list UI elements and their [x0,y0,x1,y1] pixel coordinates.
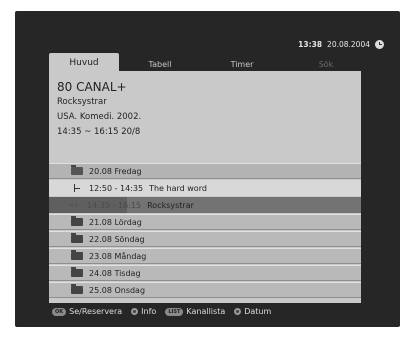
guide-panel: 80 CANAL+ Rocksystrar USA. Komedi. 2002.… [49,71,361,303]
hint-ok[interactable]: OK Se/Reservera [52,307,122,316]
day-label: 25.08 Onsdag [89,285,146,295]
hint-info[interactable]: Info [131,307,156,316]
tv-screen: 13:38 20.08.2004 Huvud Tabell Timer Sök … [15,11,400,327]
ok-button-icon: OK [52,307,67,316]
tab-huvud[interactable]: Huvud [49,53,119,71]
clock-time: 13:38 [298,40,323,49]
info-button-icon [131,308,139,315]
hint-datum[interactable]: Datum [234,307,271,316]
hint-label: Kanallista [186,307,226,316]
folder-open-icon [71,165,83,175]
hint-label: Se/Reservera [69,307,123,316]
hint-label: Datum [244,307,272,316]
program-time: 12:50 - 14:35 [89,183,144,193]
program-title: Rocksystrar [57,97,107,107]
folder-icon [71,267,83,277]
day-label: 20.08 Fredag [89,166,142,176]
clock-date: 20.08.2004 [327,40,370,49]
day-row[interactable]: 23.08 Måndag [49,248,361,264]
hint-bar: OK Se/Reservera Info LIST Kanallista Dat… [52,307,280,316]
clock: 13:38 20.08.2004 [298,40,384,49]
now-playing-icon [69,201,79,209]
day-label: 22.08 Söndag [89,234,145,244]
day-label: 23.08 Måndag [89,251,147,261]
hint-list[interactable]: LIST Kanallista [165,307,225,316]
folder-icon [71,250,83,260]
program-time: 14:35 - 16:15 [87,200,142,210]
clock-icon [375,40,384,49]
program-row[interactable]: 12:50 - 14:35 The hard word [49,180,361,196]
yellow-button-icon [234,308,242,315]
folder-icon [71,216,83,226]
program-row-title: The hard word [149,183,207,193]
program-info: 80 CANAL+ Rocksystrar USA. Komedi. 2002.… [57,79,141,140]
tree-branch-icon [73,184,81,192]
day-row[interactable]: 24.08 Tisdag [49,265,361,281]
program-list: 20.08 Fredag 12:50 - 14:35 The hard word… [49,163,361,299]
program-details: USA. Komedi. 2002. [57,112,142,122]
folder-icon [71,284,83,294]
program-time-range: 14:35 ~ 16:15 20/8 [57,127,141,137]
channel-name: 80 CANAL+ [57,80,127,94]
list-button-icon: LIST [165,307,184,316]
program-row-title: Rocksystrar [147,200,194,210]
day-row[interactable]: 25.08 Onsdag [49,282,361,298]
folder-icon [71,233,83,243]
day-label: 24.08 Tisdag [89,268,141,278]
day-row[interactable]: 21.08 Lördag [49,214,361,230]
tab-bar: Huvud Tabell Timer Sök [15,53,400,74]
hint-label: Info [141,307,157,316]
day-label: 21.08 Lördag [89,217,142,227]
day-row[interactable]: 20.08 Fredag [49,163,361,179]
day-row[interactable]: 22.08 Söndag [49,231,361,247]
program-row-selected[interactable]: 14:35 - 16:15 Rocksystrar [49,197,361,213]
